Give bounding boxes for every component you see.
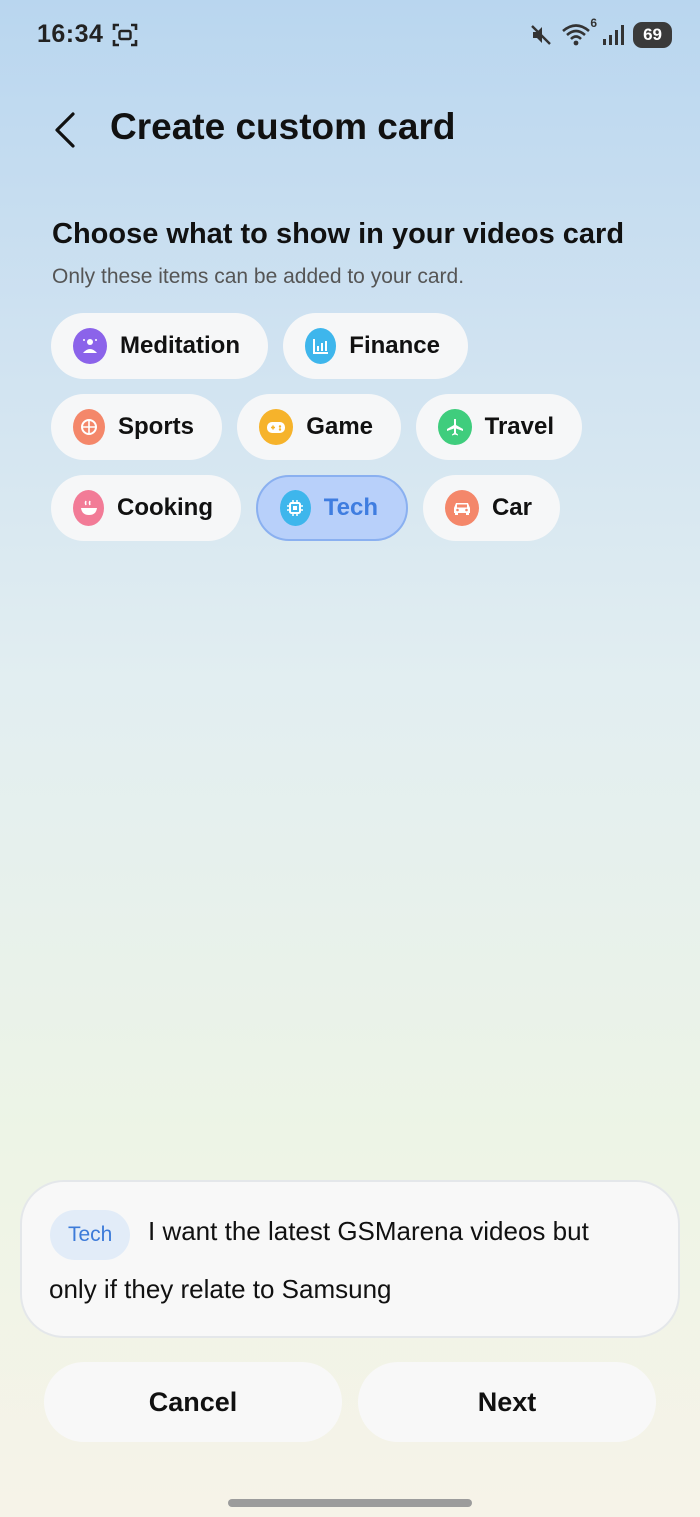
chart-icon <box>305 328 337 364</box>
page-title: Create custom card <box>110 106 456 147</box>
chip-meditation[interactable]: Meditation <box>51 313 268 379</box>
header: Create custom card <box>0 100 700 160</box>
chip-sports[interactable]: Sports <box>51 394 222 460</box>
back-arrow-icon[interactable] <box>48 110 82 150</box>
prompt-text-line1[interactable]: I want the latest GSMarena videos but <box>148 1216 589 1247</box>
meditation-icon <box>73 328 107 364</box>
section-subtitle: Only these items can be added to your ca… <box>52 265 465 288</box>
wifi-icon: 6 <box>561 16 597 48</box>
prompt-text-line2[interactable]: only if they relate to Samsung <box>49 1274 392 1305</box>
chip-label: Game <box>306 413 373 440</box>
signal-icon <box>603 25 625 45</box>
wifi-badge: 6 <box>590 16 598 30</box>
battery-indicator: 69 <box>633 22 672 48</box>
chip-label: Cooking <box>117 494 213 521</box>
basketball-icon <box>73 409 105 445</box>
status-time: 16:34 <box>37 20 104 48</box>
chip-game[interactable]: Game <box>237 394 401 460</box>
prompt-card[interactable]: Tech I want the latest GSMarena videos b… <box>20 1180 680 1338</box>
gamepad-icon <box>259 409 294 445</box>
chip-processor-icon <box>280 490 311 526</box>
chip-label: Car <box>491 494 532 521</box>
status-bar: 16:34 6 69 <box>0 0 700 70</box>
home-indicator[interactable] <box>228 1499 472 1507</box>
next-button[interactable]: Next <box>358 1362 656 1442</box>
chip-travel[interactable]: Travel <box>416 394 582 460</box>
mute-icon <box>531 25 551 45</box>
cancel-button[interactable]: Cancel <box>44 1362 342 1442</box>
screen-capture-icon <box>112 23 138 47</box>
bowl-icon <box>73 490 104 526</box>
airplane-icon <box>438 409 472 445</box>
chip-label: Finance <box>349 332 440 359</box>
chip-label: Tech <box>323 494 378 521</box>
section-title: Choose what to show in your videos card <box>52 218 625 250</box>
chip-tech[interactable]: Tech <box>256 475 408 541</box>
prompt-tag: Tech <box>50 1210 131 1260</box>
chip-cooking[interactable]: Cooking <box>51 475 241 541</box>
chip-label: Meditation <box>120 332 240 359</box>
car-icon <box>445 490 479 526</box>
chip-finance[interactable]: Finance <box>283 313 468 379</box>
chip-label: Travel <box>484 413 554 440</box>
chip-car[interactable]: Car <box>423 475 560 541</box>
chip-label: Sports <box>117 413 194 440</box>
category-chips: Meditation Finance Sports Game Travel Co… <box>51 313 651 556</box>
